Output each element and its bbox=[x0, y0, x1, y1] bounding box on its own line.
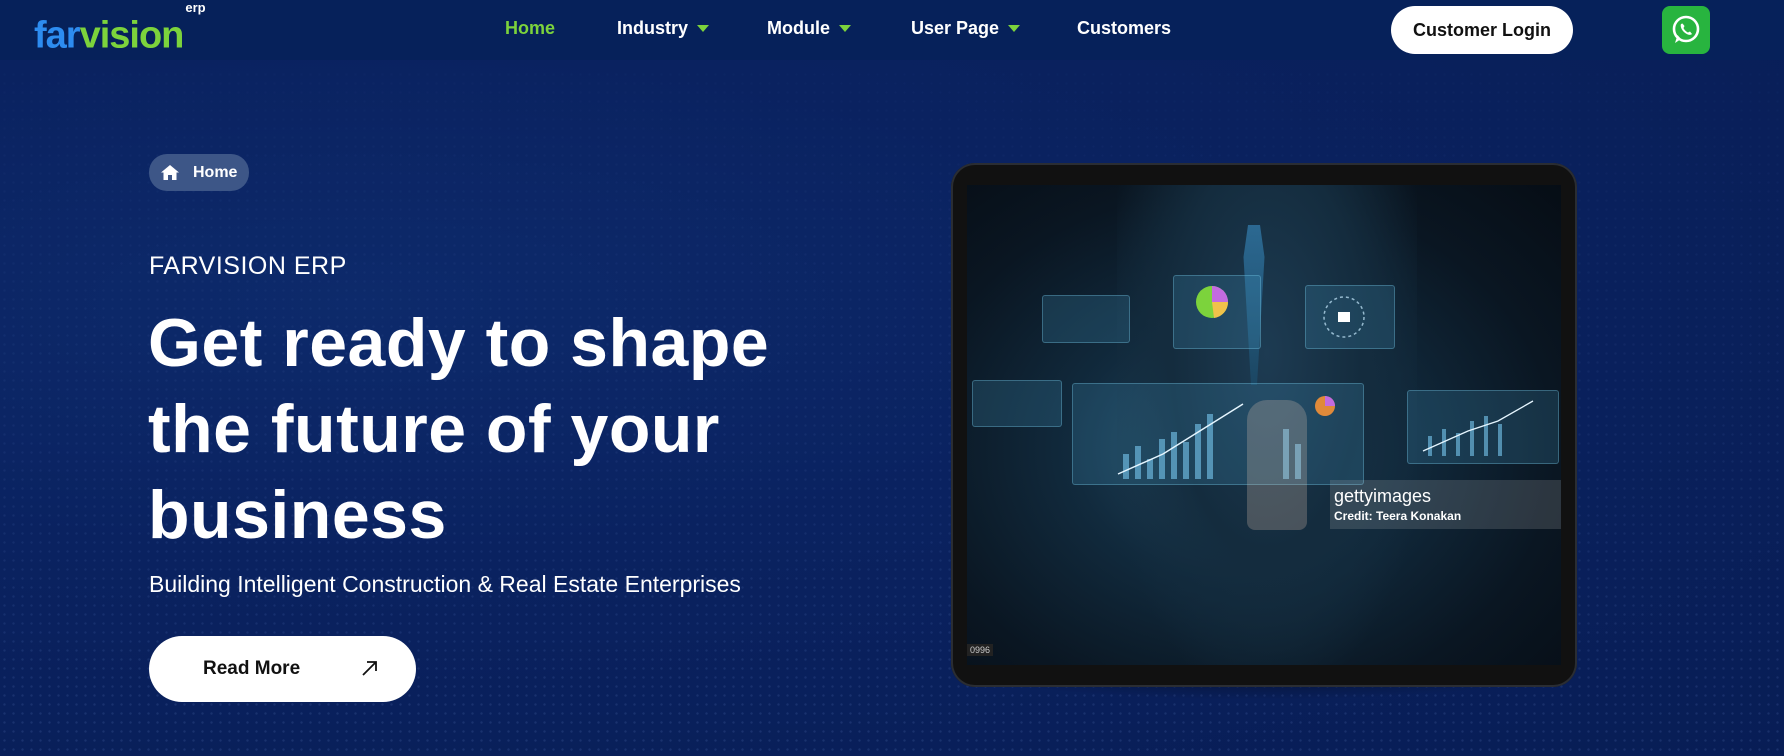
whatsapp-button[interactable] bbox=[1662, 6, 1710, 54]
hero-photo: gettyimages Credit: Teera Konakan 0996 bbox=[967, 185, 1561, 665]
logo-vision: vision bbox=[79, 14, 185, 57]
breadcrumb-home[interactable]: Home bbox=[149, 154, 250, 191]
logo-far: far bbox=[34, 14, 81, 57]
watermark-brand: gettyimages bbox=[1334, 486, 1432, 506]
hero-headline: Get ready to shape the future of your bu… bbox=[148, 305, 770, 553]
breadcrumb-label: Home bbox=[193, 163, 238, 181]
pointing-hand bbox=[1247, 400, 1307, 530]
nav-industry[interactable]: Industry bbox=[617, 18, 710, 39]
arrow-up-right-icon bbox=[360, 658, 380, 683]
nav-user-page-label: User Page bbox=[911, 18, 1000, 38]
nav-module[interactable]: Module bbox=[767, 18, 851, 39]
chevron-down-icon bbox=[1008, 25, 1021, 32]
gauge-icon bbox=[1323, 296, 1365, 338]
watermark-credit: Credit: Teera Konakan bbox=[1334, 509, 1462, 523]
getty-watermark: gettyimages Credit: Teera Konakan bbox=[1330, 480, 1561, 529]
nav-user-page[interactable]: User Page bbox=[911, 18, 1021, 39]
hud-panel bbox=[1305, 285, 1395, 349]
nav-customers[interactable]: Customers bbox=[1077, 18, 1171, 39]
hero-subtitle: Building Intelligent Construction & Real… bbox=[149, 571, 741, 597]
farvision-logo[interactable]: farvisionerp bbox=[34, 0, 206, 57]
image-tag: 0996 bbox=[967, 644, 994, 656]
hud-panel bbox=[972, 380, 1062, 427]
hero-eyebrow: FARVISION ERP bbox=[149, 252, 347, 280]
read-more-button[interactable]: Read More bbox=[149, 636, 416, 702]
pie-chart-icon bbox=[1196, 286, 1229, 318]
logo-erp: erp bbox=[185, 0, 206, 15]
read-more-label: Read More bbox=[203, 658, 301, 679]
nav-industry-label: Industry bbox=[617, 18, 689, 38]
chevron-down-icon bbox=[697, 25, 710, 32]
customer-login-button[interactable]: Customer Login bbox=[1391, 6, 1573, 54]
hud-panel bbox=[1173, 275, 1261, 349]
nav-customers-label: Customers bbox=[1077, 18, 1172, 38]
hud-panel bbox=[1407, 390, 1559, 464]
trend-chart-icon bbox=[1422, 400, 1534, 456]
site-header: farvisionerp Home Industry Module User P… bbox=[0, 0, 1784, 60]
growth-chart-icon bbox=[1117, 396, 1335, 479]
hud-panel bbox=[1042, 295, 1130, 343]
hud-bar-chart bbox=[1072, 383, 1364, 485]
nav-home[interactable]: Home bbox=[505, 18, 555, 39]
chevron-down-icon bbox=[839, 25, 851, 32]
whatsapp-icon bbox=[1672, 15, 1700, 43]
home-icon bbox=[161, 165, 179, 180]
nav-home-label: Home bbox=[505, 18, 556, 38]
tablet-image: gettyimages Credit: Teera Konakan 0996 bbox=[951, 163, 1577, 687]
nav-module-label: Module bbox=[767, 18, 830, 38]
